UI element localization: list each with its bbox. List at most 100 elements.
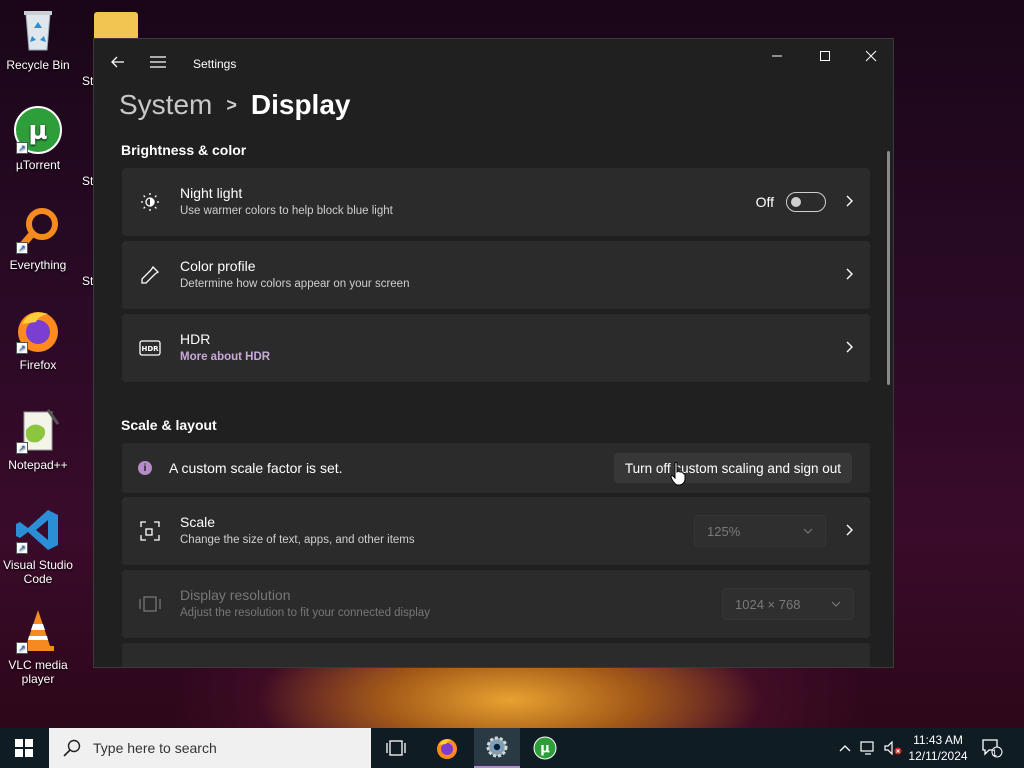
desktop-icon-everything[interactable]: ↗ Everything [0,206,76,272]
custom-scale-message: A custom scale factor is set. [169,460,343,476]
minimize-button[interactable] [754,41,800,71]
firefox-icon: ↗ [14,306,62,354]
notification-center-button[interactable]: 1 [978,728,1006,768]
desktop-icon-notepadpp[interactable]: ↗ Notepad++ [0,406,76,472]
breadcrumb: System > Display [119,89,350,121]
recycle-bin-icon [14,6,62,54]
night-light-state: Off [755,194,774,210]
scale-subtitle: Change the size of text, apps, and other… [180,534,415,546]
scale-card[interactable]: Scale Change the size of text, apps, and… [122,497,870,565]
settings-window: Settings System > Display Brightness & c… [93,38,894,668]
breadcrumb-chevron-icon: > [226,94,237,115]
taskbar: Type here to search µ 11:43 AM 12/11/202… [0,728,1024,768]
notepadpp-icon: ↗ [14,406,62,454]
start-button[interactable] [0,728,48,768]
shortcut-arrow-icon: ↗ [16,442,28,454]
desktop-icon-label: Recycle Bin [6,58,70,72]
display-resolution-card: Display resolution Adjust the resolution… [122,570,870,638]
desktop-icon-firefox[interactable]: ↗ Firefox [0,306,76,372]
shortcut-arrow-icon: ↗ [16,142,28,154]
show-hidden-icons-button[interactable] [836,728,854,768]
taskbar-utorrent[interactable]: µ [522,728,568,768]
folder-icon[interactable] [94,12,138,40]
desktop-icon-vscode[interactable]: ↗ Visual Studio Code [0,506,76,586]
color-profile-subtitle: Determine how colors appear on your scre… [180,278,410,290]
svg-text:µ: µ [28,116,47,146]
back-arrow-icon [111,56,124,68]
taskbar-firefox[interactable] [424,728,470,768]
hdr-icon: HDR [138,336,162,360]
toggle-knob [791,197,801,207]
chevron-down-icon [831,601,841,607]
resolution-value: 1024 × 768 [735,596,801,612]
chevron-right-icon[interactable] [846,267,854,283]
scale-dropdown[interactable]: 125% [694,515,826,547]
night-light-card[interactable]: Night light Use warmer colors to help bl… [122,168,870,236]
gear-icon [486,736,508,758]
network-status[interactable] [858,728,880,768]
desktop-icon-label: VLC media player [8,658,68,686]
search-placeholder: Type here to search [93,740,217,756]
brightness-icon [138,190,162,214]
maximize-button[interactable] [802,41,848,71]
everything-search-icon: ↗ [14,206,62,254]
clock-time: 11:43 AM [913,733,963,747]
desktop-icon-label: Firefox [19,358,57,372]
speaker-muted-icon [884,741,902,755]
hamburger-icon [150,56,166,68]
page-title: Display [250,89,351,120]
desktop-icon-recycle-bin[interactable]: Recycle Bin [0,6,76,72]
taskbar-settings[interactable] [474,728,520,768]
partial-desktop-label: St [82,74,94,88]
search-icon [63,739,81,757]
desktop-icon-label: µTorrent [15,158,61,172]
shortcut-arrow-icon: ↗ [16,542,28,554]
svg-text:HDR: HDR [141,345,159,353]
chevron-right-icon[interactable] [846,523,854,539]
chevron-right-icon[interactable] [846,194,854,210]
section-title-scale: Scale & layout [121,417,217,433]
svg-text:µ: µ [540,742,550,757]
desktop-icon-label: Visual Studio Code [3,558,73,586]
hdr-card[interactable]: HDR HDR More about HDR [122,314,870,382]
turn-off-custom-scaling-button[interactable]: Turn off custom scaling and sign out [613,453,852,483]
next-card-partial [122,643,870,667]
night-light-subtitle: Use warmer colors to help block blue lig… [180,205,393,217]
close-button[interactable] [848,41,893,71]
desktop-icon-utorrent[interactable]: µ ↗ µTorrent [0,106,76,172]
firefox-icon [437,739,457,759]
scrollbar[interactable] [887,151,890,385]
partial-desktop-label: St [82,274,94,288]
chevron-up-icon [839,745,851,752]
section-title-brightness: Brightness & color [121,142,247,158]
taskbar-search-box[interactable]: Type here to search [49,728,371,768]
notification-count: 1 [992,748,998,758]
hand-cursor-icon [670,462,686,491]
utorrent-icon: µ [533,736,557,760]
color-profile-title: Color profile [180,258,256,274]
windows-logo-icon [15,739,33,757]
maximize-icon [820,51,830,61]
back-button[interactable] [103,47,133,77]
color-profile-card[interactable]: Color profile Determine how colors appea… [122,241,870,309]
chevron-right-icon[interactable] [846,340,854,356]
info-icon: i [138,461,152,475]
display-resolution-title: Display resolution [180,587,291,603]
scale-title: Scale [180,514,216,530]
volume-status[interactable] [882,728,904,768]
display-resolution-subtitle: Adjust the resolution to fit your connec… [180,607,430,619]
shortcut-arrow-icon: ↗ [16,642,28,654]
night-light-toggle[interactable] [786,192,826,212]
desktop-icon-vlc[interactable]: ↗ VLC media player [0,606,76,686]
title-bar: Settings [94,39,893,89]
vlc-cone-icon: ↗ [14,606,62,654]
custom-scale-infobar: i A custom scale factor is set. Turn off… [122,443,870,493]
resolution-icon [138,592,162,616]
task-view-button[interactable] [373,728,419,768]
hdr-link[interactable]: More about HDR [180,351,270,363]
shortcut-arrow-icon: ↗ [16,242,28,254]
menu-button[interactable] [143,47,173,77]
desktop-icon-label: Everything [9,258,67,272]
breadcrumb-parent[interactable]: System [119,89,212,121]
system-clock[interactable]: 11:43 AM 12/11/2024 [904,732,972,764]
